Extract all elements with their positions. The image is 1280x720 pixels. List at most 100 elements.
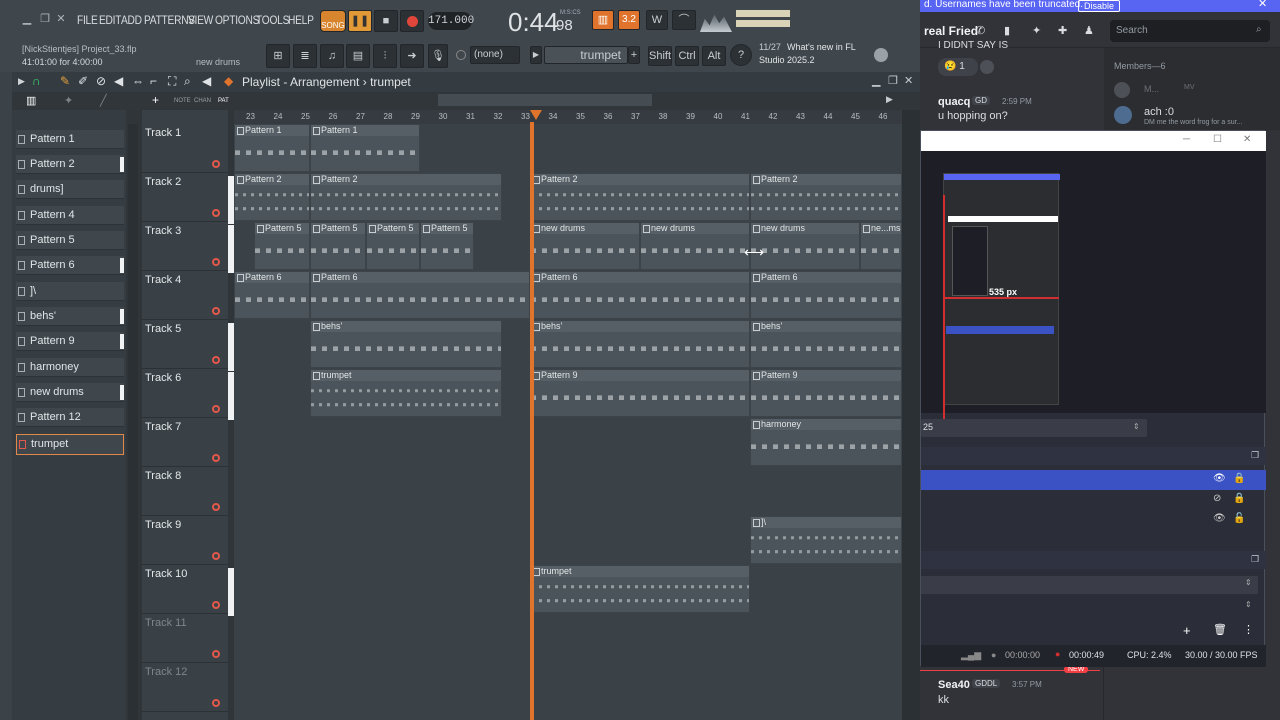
member-name[interactable]: ach :0 [1144,106,1174,118]
clip[interactable]: Pattern 6 [750,271,902,319]
visibility-hidden-icon[interactable]: ⊘ [1213,493,1221,504]
disable-button[interactable]: Disable [1078,0,1121,12]
help-icon[interactable]: ? [730,44,752,66]
unlock-icon[interactable]: 🔓 [1233,513,1245,524]
timeline-ruler[interactable]: 23 24 25 26 27 28 29 30 31 32 33 34 35 36 37 38 39 40 41 42… [234,110,902,124]
spinner-icon[interactable]: ⇕ [1133,422,1140,431]
clip[interactable]: trumpet [310,369,502,417]
message-author[interactable]: quacq [938,96,970,108]
avatar[interactable] [1114,106,1132,124]
browser-icon[interactable]: ▤ [346,44,370,68]
slip-tool-icon[interactable]: ⇔ [132,74,144,88]
piano-keyboard-icon[interactable]: ▥ [26,94,36,107]
search-input[interactable]: Search [1116,25,1148,36]
track-header[interactable]: Track 12 [142,663,228,712]
track-header[interactable]: Track 4 [142,271,228,320]
clip[interactable]: Pattern 5 [366,222,420,270]
more-options-icon[interactable]: ⋮ [1243,623,1254,636]
track-header[interactable]: Track 11 [142,614,228,663]
playback-tool-icon[interactable]: ◀ [202,74,211,88]
pattern-selector[interactable]: trumpet [544,46,628,64]
playlist-icon[interactable]: ⊞ [266,44,290,68]
visibility-eye-icon[interactable]: 👁 [1213,513,1226,524]
track-header[interactable]: Track 8 [142,467,228,516]
clip[interactable]: trumpet [530,565,750,613]
delete-tool-icon[interactable]: ⊘ [96,74,106,88]
clip[interactable]: behs' [530,320,750,368]
clip[interactable]: Pattern 5 [310,222,366,270]
note-tool-icon[interactable]: ✦ [64,94,73,107]
channel-selector[interactable]: (none) [470,46,520,64]
call-icon[interactable]: ✆ [976,24,985,37]
piano-roll-icon[interactable]: ♫ [320,44,344,68]
member-name[interactable]: M... [1144,84,1159,94]
magnet-icon[interactable]: ∩ [32,74,41,88]
dropdown-field[interactable]: ⇕ [921,598,1258,616]
clip[interactable]: Pattern 2 [310,173,502,221]
track-header[interactable]: Track 6 [142,369,228,418]
pin-icon[interactable]: ✦ [1032,24,1041,37]
undock-icon[interactable]: ❐ [1251,450,1259,461]
clip[interactable]: harmoney [750,418,902,466]
track-header[interactable]: Track 7 [142,418,228,467]
globe-icon[interactable] [874,48,888,62]
channel-rack-icon[interactable]: ≣ [293,44,317,68]
add-reaction-icon[interactable] [980,60,994,74]
clip[interactable]: new drums [640,222,750,270]
menu-view[interactable]: VIEW [188,13,213,27]
obs-close-icon[interactable]: ✕ [1243,134,1251,145]
clip[interactable]: Pattern 1 [310,124,420,172]
playhead[interactable] [530,122,534,720]
clip[interactable]: Pattern 6 [530,271,750,319]
banner-close-icon[interactable]: ✕ [1258,0,1267,10]
shift-button[interactable]: Shift [648,46,672,66]
close-icon[interactable]: ✕ [54,12,68,26]
mixer-icon[interactable]: ⫶ [373,44,397,68]
brush-tool-icon[interactable]: ╱ [100,94,107,107]
clip[interactable]: behs' [310,320,502,368]
source-row[interactable]: ⊘ 🔒 [921,490,1266,510]
source-row-selected[interactable]: 👁 🔒 [921,470,1266,490]
delete-source-icon[interactable]: 🗑 [1213,623,1227,636]
video-icon[interactable]: ▮ [1004,24,1010,37]
record-button[interactable] [400,10,424,32]
track-mute-led[interactable] [212,503,220,511]
link-icon[interactable] [456,50,466,60]
menu-edit[interactable]: EDIT [99,13,121,27]
picker-item-selected[interactable]: trumpet [16,434,124,455]
track-header[interactable]: Track 1 [142,124,228,173]
picker-item[interactable]: behs' [16,307,124,326]
add-source-icon[interactable]: + [1183,623,1191,638]
restore-icon[interactable]: ❐ [38,12,52,26]
clip[interactable]: new drums [750,222,860,270]
obs-minimize-icon[interactable]: ─ [1183,134,1190,145]
clip[interactable]: Pattern 6 [234,271,310,319]
dropdown-arrow-icon[interactable]: ⇕ [1245,578,1252,587]
arrangement-grid[interactable]: Pattern 1 Pattern 1 Pattern 2 Pattern 2 … [234,110,902,720]
add-track-icon[interactable]: + [152,93,159,107]
picker-item[interactable]: Pattern 4 [16,206,124,225]
track-mute-led[interactable] [212,405,220,413]
slice-tool-icon[interactable]: ⌐ [150,74,157,88]
clip[interactable]: ne...ms [860,222,902,270]
members-icon[interactable]: ♟ [1084,24,1094,37]
song-mode-toggle[interactable]: SONG [320,10,346,32]
dropdown-arrow-icon[interactable]: ⇕ [1245,600,1252,609]
track-mute-led[interactable] [212,258,220,266]
clip[interactable]: Pattern 9 [530,369,750,417]
track-header[interactable]: Track 2 [142,173,228,222]
track-mute-led[interactable] [212,454,220,462]
news-version[interactable]: Studio 2025.2 [759,55,815,65]
search-icon[interactable]: ⌕ [1256,24,1262,35]
picker-item[interactable]: Pattern 12 [16,408,124,427]
prev-pattern-icon[interactable]: ▶ [530,46,542,64]
picker-scrollbar[interactable] [128,124,138,720]
track-header[interactable]: Track 10 [142,565,228,614]
obs-maximize-icon[interactable]: ☐ [1213,134,1222,145]
track-mute-led[interactable] [212,552,220,560]
metronome-icon[interactable]: ▥ [592,10,614,30]
microphone-icon[interactable]: 🎙 [428,44,448,68]
add-member-icon[interactable]: ✚ [1058,24,1067,37]
draw-tool-icon[interactable]: ✎ [60,74,70,88]
menu-add[interactable]: ADD [121,13,142,27]
